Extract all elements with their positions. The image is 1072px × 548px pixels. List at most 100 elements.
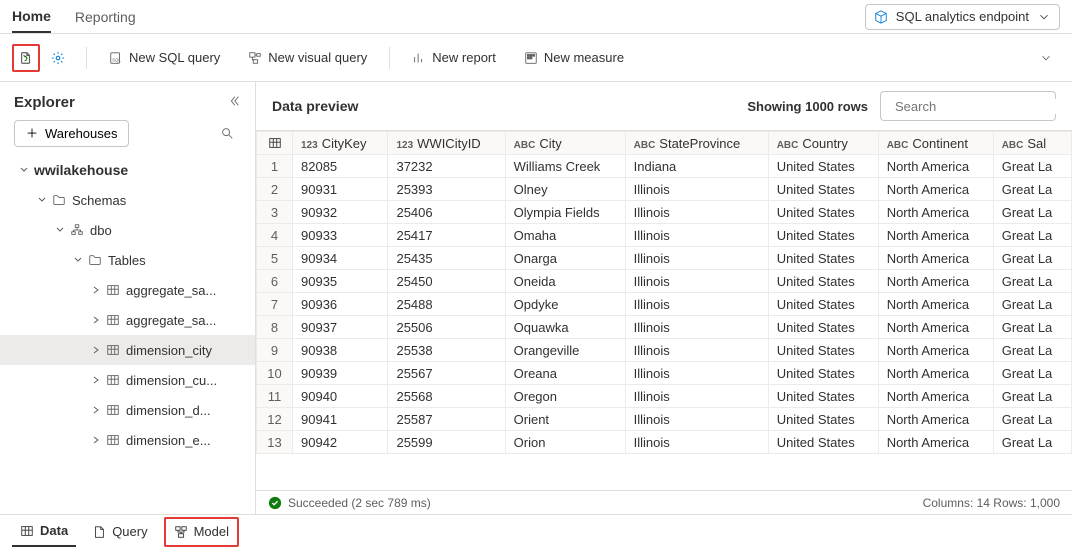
tab-query[interactable]: Query: [84, 517, 155, 547]
cell[interactable]: Illinois: [625, 362, 768, 385]
cell[interactable]: North America: [878, 408, 993, 431]
cell[interactable]: United States: [768, 385, 878, 408]
column-header[interactable]: 123WWICityID: [388, 132, 505, 155]
cell[interactable]: North America: [878, 224, 993, 247]
cell[interactable]: Oquawka: [505, 316, 625, 339]
endpoint-selector[interactable]: SQL analytics endpoint: [865, 4, 1060, 30]
cell[interactable]: 25417: [388, 224, 505, 247]
cell[interactable]: United States: [768, 247, 878, 270]
cell[interactable]: North America: [878, 385, 993, 408]
column-header[interactable]: ABCStateProvince: [625, 132, 768, 155]
table-row[interactable]: 79093625488OpdykeIllinoisUnited StatesNo…: [257, 293, 1072, 316]
cell[interactable]: Great La: [993, 293, 1071, 316]
cell[interactable]: Orion: [505, 431, 625, 454]
cell[interactable]: United States: [768, 408, 878, 431]
cell[interactable]: 90939: [293, 362, 388, 385]
cell[interactable]: United States: [768, 362, 878, 385]
new-report-button[interactable]: New report: [404, 42, 504, 74]
cell[interactable]: Great La: [993, 408, 1071, 431]
column-header[interactable]: ABCSal: [993, 132, 1071, 155]
tree-table-item[interactable]: aggregate_sa...: [0, 275, 255, 305]
cell[interactable]: North America: [878, 339, 993, 362]
table-row[interactable]: 139094225599OrionIllinoisUnited StatesNo…: [257, 431, 1072, 454]
tree-table-item[interactable]: aggregate_sa...: [0, 305, 255, 335]
cell[interactable]: North America: [878, 293, 993, 316]
cell[interactable]: 25599: [388, 431, 505, 454]
cell[interactable]: 90940: [293, 385, 388, 408]
tree-dbo[interactable]: dbo: [0, 215, 255, 245]
cell[interactable]: United States: [768, 201, 878, 224]
cell[interactable]: United States: [768, 293, 878, 316]
cell[interactable]: 82085: [293, 155, 388, 178]
cell[interactable]: Great La: [993, 201, 1071, 224]
cell[interactable]: Illinois: [625, 270, 768, 293]
cell[interactable]: North America: [878, 178, 993, 201]
explorer-search-button[interactable]: [213, 119, 241, 147]
cell[interactable]: Illinois: [625, 408, 768, 431]
cell[interactable]: Onarga: [505, 247, 625, 270]
cell[interactable]: Great La: [993, 431, 1071, 454]
cell[interactable]: 25393: [388, 178, 505, 201]
column-header[interactable]: 123CityKey: [293, 132, 388, 155]
tree-table-item[interactable]: dimension_d...: [0, 395, 255, 425]
tab-home[interactable]: Home: [12, 0, 51, 33]
tab-data[interactable]: Data: [12, 517, 76, 547]
tab-model[interactable]: Model: [164, 517, 239, 547]
add-warehouse-button[interactable]: Warehouses: [14, 120, 129, 147]
collapse-explorer-button[interactable]: [227, 94, 241, 111]
cell[interactable]: 90937: [293, 316, 388, 339]
cell[interactable]: Great La: [993, 178, 1071, 201]
cell[interactable]: 90936: [293, 293, 388, 316]
table-row[interactable]: 49093325417OmahaIllinoisUnited StatesNor…: [257, 224, 1072, 247]
cell[interactable]: 25567: [388, 362, 505, 385]
cell[interactable]: Williams Creek: [505, 155, 625, 178]
cell[interactable]: United States: [768, 431, 878, 454]
preview-search-input[interactable]: [895, 99, 1071, 114]
table-row[interactable]: 109093925567OreanaIllinoisUnited StatesN…: [257, 362, 1072, 385]
cell[interactable]: United States: [768, 316, 878, 339]
cell[interactable]: 25435: [388, 247, 505, 270]
cell[interactable]: North America: [878, 247, 993, 270]
cell[interactable]: Illinois: [625, 224, 768, 247]
new-visual-query-button[interactable]: New visual query: [240, 42, 375, 74]
table-row[interactable]: 29093125393OlneyIllinoisUnited StatesNor…: [257, 178, 1072, 201]
cell[interactable]: United States: [768, 178, 878, 201]
cell[interactable]: Olney: [505, 178, 625, 201]
cell[interactable]: Great La: [993, 155, 1071, 178]
tree-table-item[interactable]: dimension_cu...: [0, 365, 255, 395]
new-measure-button[interactable]: New measure: [516, 42, 632, 74]
cell[interactable]: North America: [878, 431, 993, 454]
tab-reporting[interactable]: Reporting: [75, 0, 136, 33]
cell[interactable]: United States: [768, 270, 878, 293]
column-header[interactable]: ABCCountry: [768, 132, 878, 155]
cell[interactable]: United States: [768, 339, 878, 362]
cell[interactable]: Oregon: [505, 385, 625, 408]
cell[interactable]: United States: [768, 155, 878, 178]
cell[interactable]: Illinois: [625, 431, 768, 454]
cell[interactable]: Great La: [993, 339, 1071, 362]
cell[interactable]: Orient: [505, 408, 625, 431]
cell[interactable]: 25488: [388, 293, 505, 316]
cell[interactable]: 90933: [293, 224, 388, 247]
cell[interactable]: Great La: [993, 224, 1071, 247]
tree-tables[interactable]: Tables: [0, 245, 255, 275]
cell[interactable]: 25538: [388, 339, 505, 362]
table-row[interactable]: 18208537232Williams CreekIndianaUnited S…: [257, 155, 1072, 178]
cell[interactable]: North America: [878, 270, 993, 293]
preview-search[interactable]: [880, 91, 1056, 121]
new-sql-query-button[interactable]: SQL New SQL query: [101, 42, 228, 74]
cell[interactable]: 90938: [293, 339, 388, 362]
tree-table-item[interactable]: dimension_city: [0, 335, 255, 365]
cell[interactable]: 25406: [388, 201, 505, 224]
cell[interactable]: Great La: [993, 385, 1071, 408]
column-header[interactable]: ABCCity: [505, 132, 625, 155]
table-row[interactable]: 39093225406Olympia FieldsIllinoisUnited …: [257, 201, 1072, 224]
cell[interactable]: Orangeville: [505, 339, 625, 362]
cell[interactable]: 90932: [293, 201, 388, 224]
cell[interactable]: Illinois: [625, 293, 768, 316]
table-row[interactable]: 89093725506OquawkaIllinoisUnited StatesN…: [257, 316, 1072, 339]
table-row[interactable]: 99093825538OrangevilleIllinoisUnited Sta…: [257, 339, 1072, 362]
cell[interactable]: 90942: [293, 431, 388, 454]
grid-corner[interactable]: [257, 132, 293, 155]
cell[interactable]: Omaha: [505, 224, 625, 247]
